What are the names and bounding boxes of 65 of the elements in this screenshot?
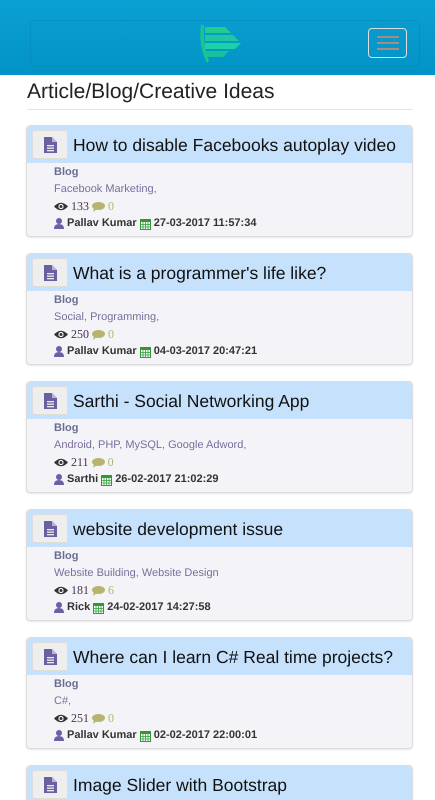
eye-icon [54, 458, 68, 468]
comment-icon [92, 458, 105, 468]
post-category: Blog [54, 549, 80, 564]
post-tags: Android, PHP, MySQL, Google Adword, [54, 437, 404, 454]
author-name: Sarthi [67, 472, 98, 488]
calendar-icon [140, 730, 151, 742]
document-icon [44, 392, 56, 409]
document-button[interactable] [32, 258, 68, 288]
eye-icon [54, 714, 68, 724]
comment-count: 6 [108, 582, 114, 600]
comment-icon [92, 586, 105, 596]
post-date: 02-02-2017 22:00:01 [154, 728, 258, 744]
comment-count: 0 [108, 326, 114, 344]
calendar-icon [140, 346, 151, 358]
author-name: Pallav Kumar [67, 728, 137, 744]
user-icon [54, 346, 64, 358]
post-tags: Social, Programming, [54, 309, 404, 326]
post-category: Blog [54, 165, 80, 180]
document-button[interactable] [32, 514, 68, 544]
calendar-icon [93, 602, 104, 614]
document-icon [44, 520, 56, 537]
page-title: Article/Blog/Creative Ideas [27, 78, 413, 110]
comment-icon [92, 714, 105, 724]
view-count: 133 [71, 198, 89, 216]
post-tags: Facebook Marketing, [54, 181, 404, 198]
menu-icon [376, 36, 398, 50]
author-name: Rick [67, 600, 90, 616]
post-date: 27-03-2017 11:57:34 [154, 216, 256, 232]
document-icon [44, 776, 56, 793]
document-button[interactable] [32, 770, 68, 800]
post-date: 24-02-2017 14:27:58 [107, 600, 211, 616]
post-tags: Website Building, Website Design [54, 565, 404, 582]
document-icon [44, 648, 56, 665]
document-button[interactable] [32, 130, 68, 160]
comment-icon [92, 330, 105, 340]
post-tags: C#, [54, 693, 404, 710]
calendar-icon [140, 218, 151, 230]
author-name: Pallav Kumar [67, 344, 137, 360]
user-icon [54, 730, 64, 742]
post-category: Blog [54, 677, 80, 692]
document-button[interactable] [32, 642, 68, 672]
comment-icon [92, 202, 105, 212]
user-icon [54, 474, 64, 486]
document-button[interactable] [32, 386, 68, 416]
eye-icon [54, 202, 68, 212]
comment-count: 0 [108, 454, 114, 472]
view-count: 211 [71, 454, 89, 472]
user-icon [54, 602, 64, 614]
post-date: 04-03-2017 20:47:21 [154, 344, 258, 360]
view-count: 250 [71, 326, 89, 344]
post-category: Blog [54, 421, 80, 436]
view-count: 251 [71, 710, 89, 728]
eye-icon [54, 330, 68, 340]
comment-count: 0 [108, 198, 114, 216]
document-icon [44, 136, 56, 153]
post-category: Blog [54, 293, 80, 308]
calendar-icon [101, 474, 112, 486]
post-date: 26-02-2017 21:02:29 [115, 472, 219, 488]
document-icon [44, 264, 56, 281]
user-icon [54, 218, 64, 230]
comment-count: 0 [108, 710, 114, 728]
eye-icon [54, 586, 68, 596]
menu-button[interactable] [368, 28, 407, 58]
view-count: 181 [71, 582, 89, 600]
author-name: Pallav Kumar [67, 216, 137, 232]
